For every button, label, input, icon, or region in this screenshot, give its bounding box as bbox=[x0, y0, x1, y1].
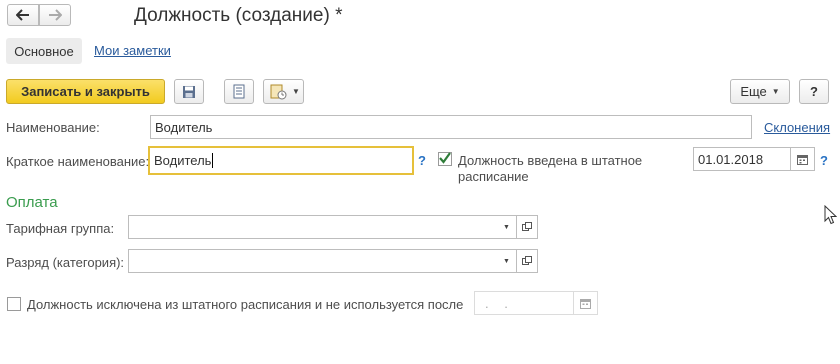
chevron-down-icon: ▼ bbox=[292, 87, 300, 96]
payment-section-title: Оплата bbox=[6, 194, 58, 211]
arrow-left-icon bbox=[16, 9, 29, 21]
grade-dropdown-button[interactable]: ▼ bbox=[497, 249, 517, 273]
staffing-check-label: Должность введена в штатное расписание bbox=[458, 153, 643, 184]
text-cursor bbox=[212, 153, 214, 168]
help-button[interactable]: ? bbox=[799, 79, 829, 104]
arrow-right-icon bbox=[49, 9, 62, 21]
excluded-date-placeholder: . . bbox=[485, 295, 514, 311]
save-and-close-label: Записать и закрыть bbox=[21, 84, 150, 99]
name-field[interactable]: Водитель bbox=[150, 115, 752, 139]
open-item-icon bbox=[522, 222, 532, 231]
tariff-group-open-button[interactable] bbox=[516, 215, 538, 239]
grade-label: Разряд (категория): bbox=[6, 255, 125, 270]
excluded-label: Должность исключена из штатного расписан… bbox=[27, 297, 464, 312]
chevron-down-icon: ▼ bbox=[503, 223, 510, 231]
help-label: ? bbox=[810, 84, 818, 99]
tab-main[interactable]: Основное bbox=[6, 38, 82, 64]
save-button[interactable] bbox=[174, 79, 204, 104]
tab-main-label: Основное bbox=[14, 43, 74, 59]
tariff-group-label: Тарифная группа: bbox=[6, 221, 115, 236]
chevron-down-icon: ▼ bbox=[503, 257, 510, 265]
excluded-date-field: . . bbox=[474, 291, 574, 315]
staffing-date-calendar-button[interactable] bbox=[791, 147, 815, 171]
more-label: Еще bbox=[740, 84, 767, 99]
document-list-button[interactable] bbox=[224, 79, 254, 104]
floppy-disk-icon bbox=[183, 85, 195, 98]
excluded-checkbox[interactable] bbox=[7, 297, 21, 311]
short-name-label: Краткое наименование: bbox=[6, 154, 150, 169]
window-title: Должность (создание) * bbox=[134, 5, 343, 26]
staffing-help-icon[interactable]: ? bbox=[820, 153, 828, 168]
more-button[interactable]: Еще ▼ bbox=[730, 79, 790, 104]
grade-open-button[interactable] bbox=[516, 249, 538, 273]
staffing-checkbox[interactable] bbox=[438, 152, 452, 166]
chevron-down-icon: ▼ bbox=[771, 87, 780, 96]
excluded-date-calendar-button bbox=[574, 291, 598, 315]
short-name-help-icon[interactable]: ? bbox=[418, 153, 426, 168]
tab-my-notes[interactable]: Мои заметки bbox=[94, 43, 171, 58]
name-value: Водитель bbox=[155, 119, 213, 135]
calendar-icon bbox=[797, 154, 808, 165]
document-list-icon bbox=[233, 84, 245, 99]
short-name-value: Водитель bbox=[154, 153, 212, 168]
back-button[interactable] bbox=[7, 4, 39, 26]
tariff-group-field[interactable] bbox=[128, 215, 498, 239]
report-menu-button[interactable]: ▼ bbox=[263, 79, 304, 104]
calendar-icon bbox=[580, 298, 591, 309]
report-menu-icon bbox=[270, 84, 287, 99]
name-label: Наименование: bbox=[6, 120, 100, 135]
grade-field[interactable] bbox=[128, 249, 498, 273]
checkmark-icon bbox=[439, 152, 451, 164]
save-and-close-button[interactable]: Записать и закрыть bbox=[6, 79, 165, 104]
tariff-group-dropdown-button[interactable]: ▼ bbox=[497, 215, 517, 239]
forward-button[interactable] bbox=[39, 4, 71, 26]
staffing-date-field[interactable]: 01.01.2018 bbox=[693, 147, 791, 171]
short-name-field[interactable]: Водитель bbox=[148, 146, 414, 175]
open-item-icon bbox=[522, 256, 532, 265]
declensions-link[interactable]: Склонения bbox=[764, 120, 830, 135]
mouse-cursor-icon bbox=[824, 205, 837, 225]
staffing-date-value: 01.01.2018 bbox=[698, 151, 764, 167]
